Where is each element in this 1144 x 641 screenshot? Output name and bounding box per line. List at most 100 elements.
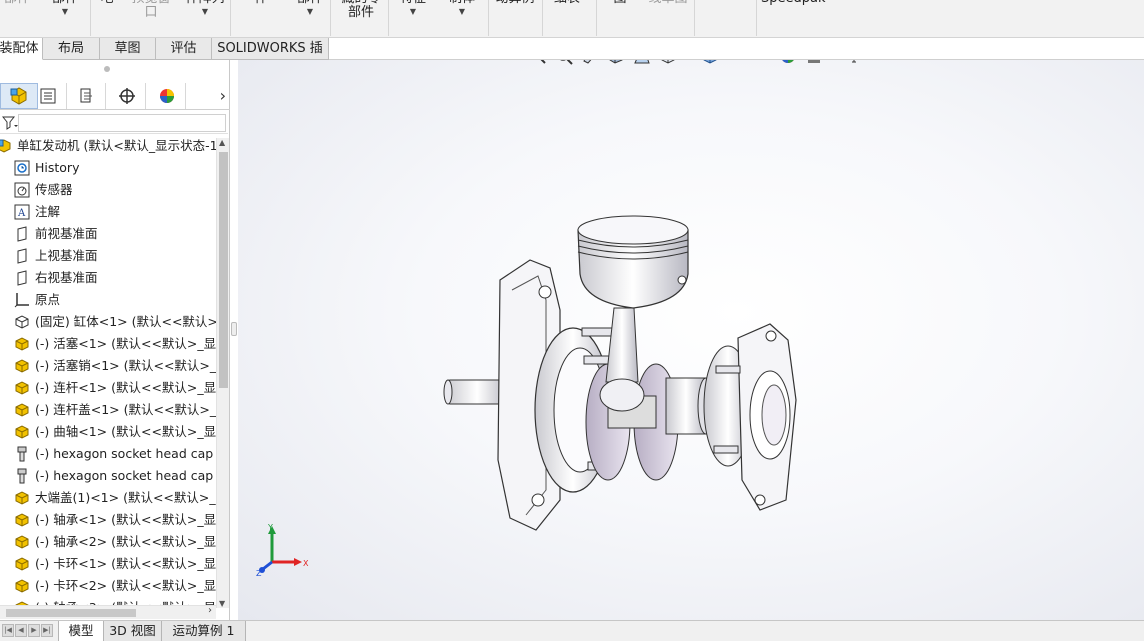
view-settings-icon[interactable] [844, 60, 864, 66]
part-icon [12, 577, 32, 595]
ribbon-button-4[interactable]: 件阵列▼ [183, 0, 227, 17]
previous-view-icon[interactable] [580, 60, 600, 66]
tree-item-label: (-) hexagon socket head cap s [35, 446, 216, 461]
ribbon-button-9[interactable]: 制体▼ [447, 0, 477, 17]
section-view-icon[interactable] [606, 60, 626, 66]
apply-scene-icon[interactable] [804, 60, 824, 66]
chevron-down-icon[interactable]: ▼ [183, 7, 227, 17]
part-icon [12, 357, 32, 375]
zoom-to-area-icon[interactable] [554, 60, 574, 66]
command-tab-4[interactable]: SOLIDWORKS 插件 [212, 38, 329, 77]
restore-right-icon[interactable] [1076, 60, 1090, 61]
tree-filter-input[interactable] [18, 114, 226, 132]
zoom-to-fit-icon[interactable] [528, 60, 548, 66]
ribbon-button-8[interactable]: 特征▼ [398, 0, 428, 17]
tree-item[interactable]: (-) 连杆盖<1> (默认<<默认>_显 [12, 399, 216, 421]
ribbon-button-6[interactable]: 部件▼ [295, 0, 325, 17]
property-manager-tab[interactable] [29, 83, 67, 109]
next-tab-icon[interactable]: ▶ [28, 624, 40, 637]
tree-item[interactable]: 前视基准面 [12, 223, 98, 245]
previous-tab-icon[interactable]: ◀ [15, 624, 27, 637]
tree-item[interactable]: (-) 卡环<2> (默认<<默认>_显示 [12, 575, 216, 597]
bottom-tab-2[interactable]: 运动算例 1 [162, 621, 246, 641]
tree-item[interactable]: 大端盖(1)<1> (默认<<默认>_显 [12, 487, 216, 509]
last-tab-icon[interactable]: ▶| [41, 624, 53, 637]
command-tab-0[interactable]: 装配体 [0, 38, 43, 60]
chevron-down-icon[interactable]: ▼ [398, 7, 428, 17]
plane-icon [12, 225, 32, 243]
graphics-viewport[interactable]: ▼ ▼ ▼ ▼ ▼ [238, 60, 1144, 620]
display-style-icon[interactable] [700, 60, 720, 66]
view-orientation-icon[interactable] [658, 60, 678, 66]
tree-item[interactable]: 原点 [12, 289, 60, 311]
tree-item[interactable]: (-) 活塞销<1> (默认<<默认>_显 [12, 355, 216, 377]
horizontal-scroll-thumb[interactable] [6, 609, 136, 617]
chevron-down-icon[interactable]: ▼ [295, 7, 325, 17]
feature-manager-panel: › 单缸发动机 (默认<默认_显示状态-1>) History 传感器 A 注解 前视基准… [0, 60, 230, 620]
ribbon-separator [694, 0, 695, 36]
tree-item-label: 注解 [35, 204, 61, 219]
tree-item[interactable]: (-) hexagon socket head cap s [12, 443, 216, 465]
minimize-icon[interactable] [1102, 60, 1116, 61]
tree-item[interactable]: (-) hexagon socket head cap s [12, 465, 216, 487]
tree-horizontal-scrollbar[interactable]: › [0, 605, 216, 619]
tree-item[interactable]: (-) 活塞<1> (默认<<默认>_显示 [12, 333, 216, 355]
bottom-tab-0[interactable]: 模型 [58, 621, 104, 641]
restore-left-icon[interactable] [1050, 60, 1064, 61]
chevron-down-icon[interactable]: ▼ [48, 7, 82, 17]
tree-item[interactable]: (-) 曲轴<1> (默认<<默认>_显示 [12, 421, 216, 443]
tree-item[interactable]: (-) 卡环<1> (默认<<默认>_显示 [12, 553, 216, 575]
connecting-rod[interactable] [605, 307, 639, 383]
tree-item[interactable]: History [12, 157, 79, 179]
tree-item[interactable]: (固定) 缸体<1> (默认<<默认>_显 [12, 311, 216, 333]
ribbon-button-10[interactable]: 动算例 [493, 0, 537, 6]
scroll-down-icon[interactable]: ▼ [219, 599, 225, 608]
ribbon-separator [488, 0, 489, 36]
panel-grip[interactable] [104, 66, 110, 72]
command-tab-3[interactable]: 评估 [156, 38, 212, 60]
ribbon-button-14[interactable]: Speedpak [761, 0, 826, 6]
tree-vertical-scrollbar[interactable]: ▲ ▼ [216, 138, 229, 608]
tree-item-label: (-) 卡环<1> (默认<<默认>_显示 [35, 556, 216, 571]
engine-assembly-model[interactable] [438, 210, 808, 540]
tree-item[interactable]: 右视基准面 [12, 267, 98, 289]
panel-splitter[interactable] [230, 60, 238, 620]
part-icon [12, 423, 32, 441]
command-tab-2[interactable]: 草图 [100, 38, 156, 60]
filter-icon[interactable] [2, 116, 18, 130]
configuration-manager-tab[interactable] [68, 83, 106, 109]
tree-item[interactable]: (-) 轴承<2> (默认<<默认>_显示 [12, 531, 216, 553]
chevron-right-icon[interactable]: › [220, 86, 226, 105]
ribbon-button-11[interactable]: 细表 [552, 0, 582, 6]
ribbon-button-12[interactable]: 图 [608, 0, 632, 6]
chevron-down-icon[interactable]: ▼ [447, 7, 477, 17]
first-tab-icon[interactable]: |◀ [2, 624, 14, 637]
tree-item[interactable]: A 注解 [12, 201, 60, 223]
splitter-knob[interactable] [231, 322, 237, 336]
scroll-right-icon[interactable]: › [208, 605, 212, 616]
ribbon-button-2[interactable]: 吧 [92, 0, 122, 6]
bottom-tab-bar: |◀ ◀ ▶ ▶| 模型 3D 视图 运动算例 1 [0, 620, 1144, 641]
tree-item[interactable]: (-) 轴承<3> (默认<<默认>_显示 [12, 597, 216, 605]
edit-appearance-icon[interactable] [778, 60, 798, 66]
ribbon-button-1[interactable]: 部件▼ [48, 0, 82, 17]
tree-root-assembly[interactable]: 单缸发动机 (默认<默认_显示状态-1>) [0, 135, 216, 157]
ribbon-button-7[interactable]: 藏的零部件 [338, 0, 384, 20]
hide-show-items-icon[interactable] [738, 60, 758, 66]
tree-item[interactable]: 传感器 [12, 179, 73, 201]
scroll-up-icon[interactable]: ▲ [219, 138, 225, 147]
ribbon-button-13[interactable]: 线草图 [646, 0, 690, 6]
bottom-tab-1[interactable]: 3D 视图 [104, 621, 162, 641]
scroll-thumb[interactable] [219, 152, 228, 388]
dynamic-annotation-icon[interactable] [632, 60, 652, 66]
tree-item[interactable]: 上视基准面 [12, 245, 98, 267]
maximize-icon[interactable] [1128, 60, 1142, 61]
command-tab-1[interactable]: 布局 [43, 38, 100, 60]
ribbon-button-5[interactable]: 件 [246, 0, 276, 6]
tree-item[interactable]: (-) 连杆<1> (默认<<默认>_显示 [12, 377, 216, 399]
display-manager-tab[interactable] [148, 83, 186, 109]
tree-item[interactable]: (-) 轴承<1> (默认<<默认>_显示 [12, 509, 216, 531]
dimxpert-manager-tab[interactable] [108, 83, 146, 109]
ribbon-button-0[interactable]: 部件 [2, 0, 32, 6]
ribbon-button-3[interactable]: 预览窗口 [128, 0, 174, 20]
